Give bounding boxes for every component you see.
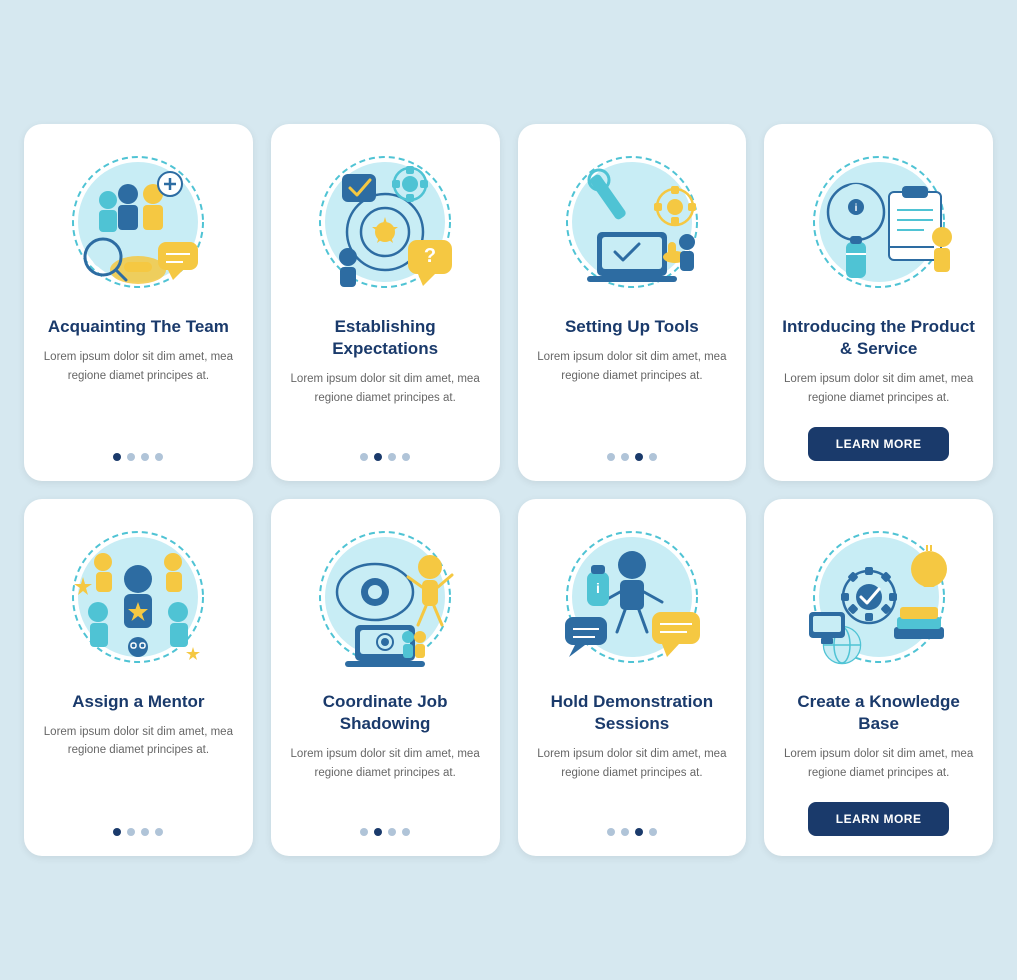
svg-text:i: i [596, 580, 600, 596]
card-coordinate-job-shadowing: Coordinate Job Shadowing Lorem ipsum dolo… [271, 499, 500, 856]
card-body-coordinate-job-shadowing: Lorem ipsum dolor sit dim amet, mea regi… [287, 745, 484, 816]
dot-2[interactable] [141, 453, 149, 461]
illustration-introducing-product: i [794, 142, 964, 302]
dot-3[interactable] [402, 828, 410, 836]
illustration-assign-mentor [53, 517, 223, 677]
card-dots-hold-demonstration [607, 828, 657, 836]
card-hold-demonstration: i Hold Demonstration Sessions Lorem ipsum… [518, 499, 747, 856]
illustration-establishing-expectations: ? [300, 142, 470, 302]
dot-1[interactable] [127, 828, 135, 836]
card-body-assign-mentor: Lorem ipsum dolor sit dim amet, mea regi… [40, 723, 237, 816]
card-title-establishing-expectations: Establishing Expectations [287, 316, 484, 360]
card-acquainting-team: Acquainting The Team Lorem ipsum dolor si… [24, 124, 253, 481]
dot-2[interactable] [635, 828, 643, 836]
dot-0[interactable] [113, 828, 121, 836]
card-body-establishing-expectations: Lorem ipsum dolor sit dim amet, mea regi… [287, 370, 484, 441]
dot-0[interactable] [360, 453, 368, 461]
card-body-acquainting-team: Lorem ipsum dolor sit dim amet, mea regi… [40, 348, 237, 441]
card-dots-setting-up-tools [607, 453, 657, 461]
card-body-setting-up-tools: Lorem ipsum dolor sit dim amet, mea regi… [534, 348, 731, 441]
dot-2[interactable] [388, 828, 396, 836]
illustration-setting-up-tools [547, 142, 717, 302]
card-body-introducing-product: Lorem ipsum dolor sit dim amet, mea regi… [780, 370, 977, 407]
card-introducing-product: i Introducing the Product & Service Lorem… [764, 124, 993, 481]
card-title-introducing-product: Introducing the Product & Service [780, 316, 977, 360]
cards-grid: Acquainting The Team Lorem ipsum dolor si… [24, 124, 993, 856]
dot-3[interactable] [649, 828, 657, 836]
illustration-hold-demonstration: i [547, 517, 717, 677]
dot-3[interactable] [649, 453, 657, 461]
illustration-coordinate-job-shadowing [300, 517, 470, 677]
card-title-assign-mentor: Assign a Mentor [72, 691, 204, 713]
dot-2[interactable] [388, 453, 396, 461]
dot-1[interactable] [127, 453, 135, 461]
dot-1[interactable] [621, 828, 629, 836]
dot-1[interactable] [374, 453, 382, 461]
dot-0[interactable] [607, 453, 615, 461]
card-assign-mentor: Assign a Mentor Lorem ipsum dolor sit dim… [24, 499, 253, 856]
dot-2[interactable] [635, 453, 643, 461]
card-title-setting-up-tools: Setting Up Tools [565, 316, 699, 338]
dot-0[interactable] [113, 453, 121, 461]
svg-text:i: i [854, 203, 857, 214]
learn-more-button-create-knowledge-base[interactable]: LEARN MORE [808, 802, 950, 836]
dot-2[interactable] [141, 828, 149, 836]
dot-3[interactable] [155, 453, 163, 461]
card-setting-up-tools: Setting Up Tools Lorem ipsum dolor sit di… [518, 124, 747, 481]
card-body-hold-demonstration: Lorem ipsum dolor sit dim amet, mea regi… [534, 745, 731, 816]
card-dots-assign-mentor [113, 828, 163, 836]
card-create-knowledge-base: Create a Knowledge Base Lorem ipsum dolor… [764, 499, 993, 856]
illustration-acquainting-team [53, 142, 223, 302]
card-dots-acquainting-team [113, 453, 163, 461]
card-dots-establishing-expectations [360, 453, 410, 461]
card-title-acquainting-team: Acquainting The Team [48, 316, 229, 338]
card-dots-coordinate-job-shadowing [360, 828, 410, 836]
dot-0[interactable] [360, 828, 368, 836]
svg-text:?: ? [424, 245, 436, 267]
illustration-create-knowledge-base [794, 517, 964, 677]
card-body-create-knowledge-base: Lorem ipsum dolor sit dim amet, mea regi… [780, 745, 977, 782]
dot-0[interactable] [607, 828, 615, 836]
learn-more-button-introducing-product[interactable]: LEARN MORE [808, 427, 950, 461]
card-title-create-knowledge-base: Create a Knowledge Base [780, 691, 977, 735]
card-title-coordinate-job-shadowing: Coordinate Job Shadowing [287, 691, 484, 735]
dot-1[interactable] [621, 453, 629, 461]
card-establishing-expectations: ? Establishing Expectations Lorem ipsum d… [271, 124, 500, 481]
dot-3[interactable] [155, 828, 163, 836]
card-title-hold-demonstration: Hold Demonstration Sessions [534, 691, 731, 735]
dot-1[interactable] [374, 828, 382, 836]
dot-3[interactable] [402, 453, 410, 461]
